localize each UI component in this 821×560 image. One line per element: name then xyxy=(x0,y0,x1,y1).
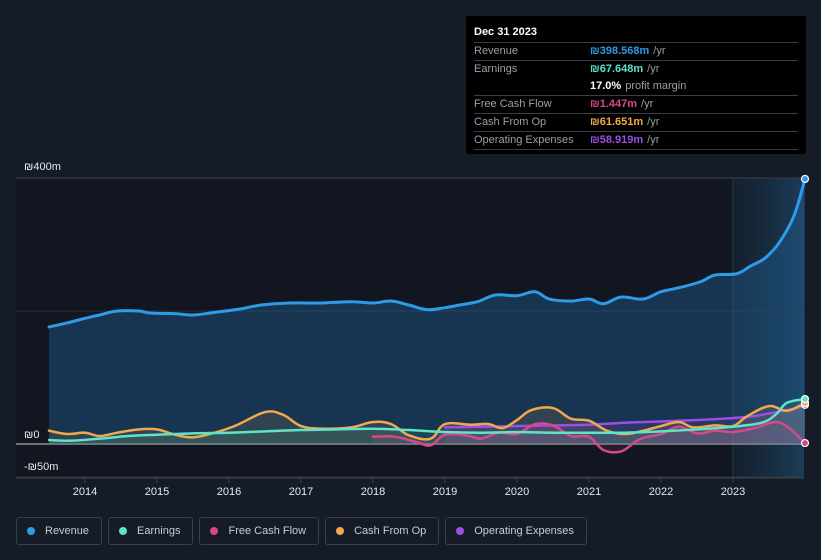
legend-dot-icon xyxy=(27,527,35,535)
legend-item-cash-from-op[interactable]: Cash From Op xyxy=(325,517,440,545)
x-tick-label: 2016 xyxy=(217,486,241,498)
tooltip-label: Operating Expenses xyxy=(474,134,574,146)
tooltip-row-free-cash-flow: Free Cash Flow ₪1.447m /yr xyxy=(474,95,798,113)
legend-item-revenue[interactable]: Revenue xyxy=(16,517,103,545)
legend-dot-icon xyxy=(119,527,128,535)
tooltip: Dec 31 2023 Revenue ₪398.568m /yr Earnin… xyxy=(466,16,806,154)
x-tick-label: 2020 xyxy=(505,486,529,498)
legend-item-earnings[interactable]: Earnings xyxy=(108,517,194,545)
y-tick-label: -₪50m xyxy=(24,461,58,473)
tooltip-label: Revenue xyxy=(474,45,519,57)
endpoint-revenue xyxy=(800,174,810,184)
tooltip-unit: /yr xyxy=(641,98,654,110)
x-tick-label: 2015 xyxy=(145,486,169,498)
tooltip-value: ₪1.447m xyxy=(590,98,638,110)
tooltip-row-earnings: Earnings ₪67.648m /yr xyxy=(474,60,798,78)
tooltip-value: ₪67.648m xyxy=(590,63,644,75)
tooltip-value: ₪61.651m xyxy=(590,116,644,128)
tooltip-value: 17.0% xyxy=(590,80,622,92)
x-tick-label: 2018 xyxy=(361,486,385,498)
y-tick-label: ₪0 xyxy=(24,429,39,441)
x-tick-label: 2021 xyxy=(577,486,601,498)
x-tick-label: 2019 xyxy=(433,486,457,498)
x-tick-label: 2014 xyxy=(73,486,97,498)
tooltip-unit: profit margin xyxy=(625,80,687,92)
legend-dot-icon xyxy=(456,527,465,535)
legend-label: Operating Expenses xyxy=(474,525,574,537)
legend-label: Cash From Op xyxy=(354,525,427,537)
tooltip-row-revenue: Revenue ₪398.568m /yr xyxy=(474,42,798,60)
tooltip-value: ₪58.919m xyxy=(590,134,644,146)
endpoint-free-cash-flow xyxy=(800,438,810,448)
legend-label: Revenue xyxy=(45,525,90,537)
legend-dot-icon xyxy=(210,527,219,535)
tooltip-row-operating-expenses: Operating Expenses ₪58.919m /yr xyxy=(474,131,798,149)
x-tick-label: 2017 xyxy=(289,486,313,498)
tooltip-label: Earnings xyxy=(474,63,518,75)
tooltip-unit: /yr xyxy=(647,116,660,128)
tooltip-label: Free Cash Flow xyxy=(474,98,552,110)
y-tick-label: ₪400m xyxy=(24,161,61,173)
tooltip-unit: /yr xyxy=(647,63,660,75)
tooltip-row-profit-margin: 17.0% profit margin xyxy=(474,78,798,95)
legend-label: Free Cash Flow xyxy=(228,525,307,537)
tooltip-divider xyxy=(474,149,798,150)
tooltip-unit: /yr xyxy=(653,45,666,57)
x-tick-label: 2023 xyxy=(721,486,745,498)
tooltip-row-cash-from-op: Cash From Op ₪61.651m /yr xyxy=(474,113,798,131)
legend-dot-icon xyxy=(336,527,345,535)
tooltip-value: ₪398.568m xyxy=(590,45,650,57)
legend-label: Earnings xyxy=(137,525,181,537)
tooltip-unit: /yr xyxy=(647,134,660,146)
tooltip-label xyxy=(474,78,590,95)
endpoint-earnings xyxy=(800,394,810,404)
legend-item-free-cash-flow[interactable]: Free Cash Flow xyxy=(199,517,320,545)
tooltip-date: Dec 31 2023 xyxy=(474,26,537,38)
legend: Revenue Earnings Free Cash Flow Cash Fro… xyxy=(16,517,587,545)
x-tick-label: 2022 xyxy=(649,486,673,498)
tooltip-label: Cash From Op xyxy=(474,116,547,128)
legend-item-operating-expenses[interactable]: Operating Expenses xyxy=(445,517,587,545)
